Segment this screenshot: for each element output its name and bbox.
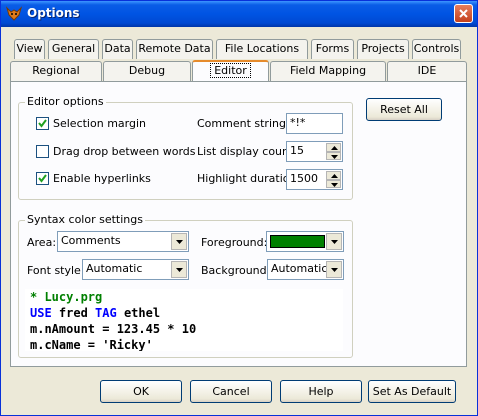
comment-string-input[interactable]: *!* [286,113,343,134]
preview-line: m.nAmount = 123.45 * 10 [25,321,343,337]
chevron-down-icon [176,268,183,272]
chevron-down-icon [176,240,183,244]
selection-margin-label: Selection margin [53,117,146,130]
window-title: Options [27,6,80,20]
spinner-buttons[interactable] [326,171,341,188]
fox-icon [6,6,22,21]
editor-options-title: Editor options [25,95,106,108]
ok-button[interactable]: OK [100,380,182,403]
spin-down-button[interactable] [326,179,341,188]
preview-line: USE fred TAG ethel [25,305,343,321]
enable-hyperlinks-label: Enable hyperlinks [53,172,151,185]
list-display-count-value: 15 [290,144,304,157]
preview-line: m.cName = 'Ricky' [25,337,343,351]
spinner-buttons[interactable] [326,143,341,160]
font-style-select[interactable]: Automatic [82,259,189,280]
tab-forms[interactable]: Forms [311,39,354,59]
tab-view[interactable]: View [14,39,45,59]
preview-token: fred [51,306,96,320]
comment-string-label: Comment string: [197,117,290,130]
font-style-dropdown-button[interactable] [171,261,187,278]
tab-projects[interactable]: Projects [357,39,409,59]
arrow-down-icon [331,182,338,187]
preview-line: * Lucy.prg [25,289,343,305]
syntax-color-title: Syntax color settings [25,213,145,226]
foreground-color-select[interactable] [266,231,344,252]
close-button[interactable] [454,4,473,23]
highlight-duration-value: 1500 [290,172,318,185]
tab-data[interactable]: Data [102,39,133,59]
tab-regional[interactable]: Regional [10,61,102,81]
foreground-color-swatch [270,235,325,248]
area-label: Area: [27,236,57,249]
preview-token: * Lucy.prg [30,290,103,304]
cancel-button[interactable]: Cancel [190,380,272,403]
tab-editor-label: Editor [210,63,251,78]
background-value: Automatic [271,262,328,275]
chevron-down-icon [331,240,338,244]
syntax-preview: * Lucy.prg USE fred TAG ethel m.nAmount = … [25,289,343,351]
spin-up-button[interactable] [326,143,341,152]
tab-general[interactable]: General [48,39,99,59]
tab-ide[interactable]: IDE [387,61,467,81]
preview-token: USE [30,306,52,320]
font-style-label: Font style: [27,264,85,277]
area-value: Comments [61,234,121,247]
help-button[interactable]: Help [280,380,362,403]
font-style-value: Automatic [86,262,143,275]
arrow-up-icon [331,146,338,150]
tab-remote-data[interactable]: Remote Data [136,39,213,59]
preview-token: TAG [95,306,117,320]
title-bar[interactable]: Options [1,1,477,27]
tab-file-locations[interactable]: File Locations [216,39,308,59]
arrow-down-icon [331,154,338,159]
highlight-duration-label: Highlight duration: [197,172,301,185]
chevron-down-icon [331,268,338,272]
spin-up-button[interactable] [326,171,341,180]
foreground-dropdown-button[interactable] [326,233,342,250]
preview-token: m.cName = 'Ricky' [30,338,153,351]
selection-margin-checkbox[interactable] [36,117,49,130]
checkmark-icon [38,119,47,128]
spin-down-button[interactable] [326,151,341,160]
highlight-duration-spinner[interactable]: 1500 [286,169,343,190]
checkmark-icon [38,174,47,183]
tab-field-mapping[interactable]: Field Mapping [270,61,386,81]
options-dialog: Options View General Data Remote Data Fi… [0,0,478,416]
tab-debug[interactable]: Debug [103,61,191,81]
drag-drop-label: Drag drop between words [53,145,196,158]
enable-hyperlinks-checkbox[interactable] [36,172,49,185]
close-icon [459,9,468,18]
preview-token: ethel [116,306,161,320]
list-display-count-label: List display count: [197,145,298,158]
tab-editor[interactable]: Editor [192,60,269,81]
drag-drop-checkbox[interactable] [36,145,49,158]
area-select[interactable]: Comments [57,231,189,252]
area-dropdown-button[interactable] [171,233,187,250]
background-color-select[interactable]: Automatic [267,259,344,280]
list-display-count-spinner[interactable]: 15 [286,141,343,162]
arrow-up-icon [331,174,338,178]
background-label: Background: [201,264,271,277]
preview-token: m.nAmount = 123.45 * 10 [30,322,197,336]
tab-controls[interactable]: Controls [412,39,461,59]
reset-all-button[interactable]: Reset All [366,98,442,121]
background-dropdown-button[interactable] [326,261,342,278]
set-as-default-button[interactable]: Set As Default [368,380,456,403]
foreground-label: Foreground: [201,236,268,249]
